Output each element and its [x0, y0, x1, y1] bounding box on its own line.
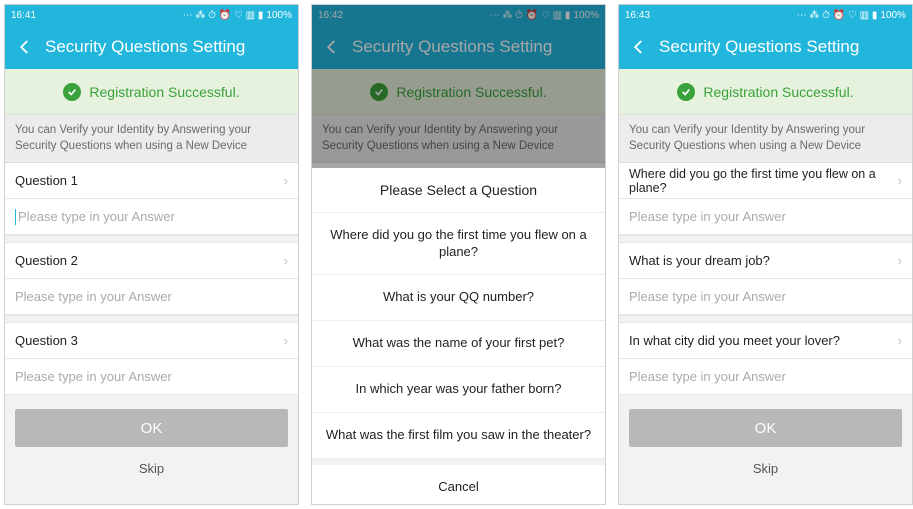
question-2-selector[interactable]: What is your dream job? ›: [619, 243, 912, 279]
ok-button[interactable]: OK: [629, 409, 902, 447]
answer-1-input[interactable]: Please type in your Answer: [5, 199, 298, 235]
chevron-right-icon: ›: [284, 333, 288, 348]
skip-button[interactable]: Skip: [619, 453, 912, 484]
back-icon[interactable]: [627, 38, 651, 56]
phone-screen-2: 16:42 ⋯ ⁂ ⏱ ⏰ ♡ ▥ ▮ 100% Security Questi…: [311, 4, 606, 505]
question-picker-sheet: Please Select a Question Where did you g…: [312, 168, 605, 504]
question-1-selector[interactable]: Question 1 ›: [5, 163, 298, 199]
question-2-selector[interactable]: Question 2 ›: [5, 243, 298, 279]
success-text: Registration Successful.: [703, 84, 853, 100]
sheet-option[interactable]: Where did you go the first time you flew…: [312, 213, 605, 276]
status-bar: 16:41 ⋯ ⁂ ⏱ ⏰ ♡ ▥ ▮ 100%: [5, 5, 298, 25]
status-time: 16:43: [625, 10, 650, 21]
title-bar: Security Questions Setting: [5, 25, 298, 69]
sheet-option[interactable]: What is your QQ number?: [312, 275, 605, 321]
sheet-option[interactable]: What was the name of your first pet?: [312, 321, 605, 367]
phone-screen-3: 16:43 ⋯ ⁂ ⏱ ⏰ ♡ ▥ ▮ 100% Security Questi…: [618, 4, 913, 505]
info-text: You can Verify your Identity by Answerin…: [5, 115, 298, 163]
ok-button[interactable]: OK: [15, 409, 288, 447]
question-3-selector[interactable]: Question 3 ›: [5, 323, 298, 359]
answer-1-input[interactable]: Please type in your Answer: [619, 199, 912, 235]
chevron-right-icon: ›: [898, 173, 902, 188]
back-icon[interactable]: [13, 38, 37, 56]
success-text: Registration Successful.: [89, 84, 239, 100]
page-title: Security Questions Setting: [659, 37, 859, 57]
question-3-selector[interactable]: In what city did you meet your lover? ›: [619, 323, 912, 359]
status-icons: ⋯ ⁂ ⏱ ⏰ ♡ ▥ ▮ 100%: [183, 10, 292, 21]
check-icon: [677, 83, 695, 101]
title-bar: Security Questions Setting: [619, 25, 912, 69]
chevron-right-icon: ›: [898, 253, 902, 268]
page-title: Security Questions Setting: [45, 37, 245, 57]
skip-button[interactable]: Skip: [5, 453, 298, 484]
sheet-option[interactable]: What was the first film you saw in the t…: [312, 413, 605, 459]
status-bar: 16:43 ⋯ ⁂ ⏱ ⏰ ♡ ▥ ▮ 100%: [619, 5, 912, 25]
phone-screen-1: 16:41 ⋯ ⁂ ⏱ ⏰ ♡ ▥ ▮ 100% Security Questi…: [4, 4, 299, 505]
success-banner: Registration Successful.: [619, 69, 912, 115]
status-icons: ⋯ ⁂ ⏱ ⏰ ♡ ▥ ▮ 100%: [797, 10, 906, 21]
question-label: Question 3: [15, 333, 78, 348]
question-label: Question 2: [15, 253, 78, 268]
status-time: 16:41: [11, 10, 36, 21]
question-text: What is your dream job?: [629, 253, 770, 268]
question-text: In what city did you meet your lover?: [629, 333, 840, 348]
sheet-title: Please Select a Question: [312, 168, 605, 213]
check-icon: [63, 83, 81, 101]
chevron-right-icon: ›: [284, 173, 288, 188]
chevron-right-icon: ›: [898, 333, 902, 348]
answer-2-input[interactable]: Please type in your Answer: [619, 279, 912, 315]
answer-3-input[interactable]: Please type in your Answer: [619, 359, 912, 395]
question-label: Question 1: [15, 173, 78, 188]
question-1-selector[interactable]: Where did you go the first time you flew…: [619, 163, 912, 199]
sheet-option[interactable]: In which year was your father born?: [312, 367, 605, 413]
answer-3-input[interactable]: Please type in your Answer: [5, 359, 298, 395]
chevron-right-icon: ›: [284, 253, 288, 268]
answer-2-input[interactable]: Please type in your Answer: [5, 279, 298, 315]
info-text: You can Verify your Identity by Answerin…: [619, 115, 912, 163]
sheet-cancel-button[interactable]: Cancel: [312, 459, 605, 504]
question-text: Where did you go the first time you flew…: [629, 167, 898, 195]
success-banner: Registration Successful.: [5, 69, 298, 115]
